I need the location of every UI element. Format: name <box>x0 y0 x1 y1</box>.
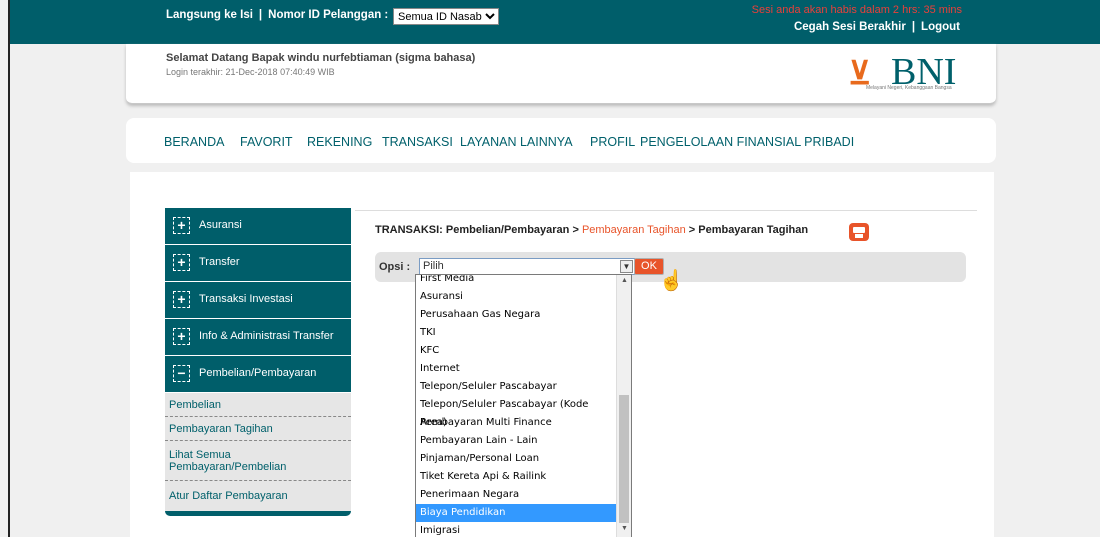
sidebar-subitem-lihat-semua[interactable]: Lihat Semua Pembayaran/Pembelian <box>165 441 351 481</box>
nav-item-layanan-lainnya[interactable]: LAYANAN LAINNYA <box>460 135 573 149</box>
hand-cursor-icon: ☝ <box>659 270 684 292</box>
sidebar-item-label: Pembelian/Pembayaran <box>199 367 317 379</box>
bni-logo: ⊻ BNI Melayani Negeri, Kebanggaan Bangsa <box>836 50 986 93</box>
sidebar-item-transfer[interactable]: + Transfer <box>165 245 351 282</box>
breadcrumb-part-1: TRANSAKSI: Pembelian/Pembayaran > <box>375 224 582 236</box>
nav-item-pengelolaan-finansial[interactable]: PENGELOLAAN FINANSIAL PRIBADI <box>640 135 854 149</box>
top-bar-left: Langsung ke Isi | Nomor ID Pelanggan : <box>166 9 388 21</box>
sidebar-subitem-pembayaran-tagihan[interactable]: Pembayaran Tagihan <box>165 417 351 441</box>
dropdown-option[interactable]: TKI <box>416 324 617 342</box>
welcome-panel: Selamat Datang Bapak windu nurfebtiaman … <box>126 44 996 104</box>
dropdown-option[interactable]: Tiket Kereta Api & Railink <box>416 468 617 486</box>
sidebar-subitem-pembelian[interactable]: Pembelian <box>165 393 351 417</box>
sidebar-item-label: Transfer <box>199 256 240 268</box>
prevent-session-end-link[interactable]: Cegah Sesi Berakhir <box>794 21 906 33</box>
dropdown-option[interactable]: Asuransi <box>416 288 617 306</box>
nav-item-transaksi[interactable]: TRANSAKSI <box>382 135 453 149</box>
sidebar-subitem-atur-daftar[interactable]: Atur Daftar Pembayaran <box>165 481 351 511</box>
option-label: Opsi : <box>379 261 411 273</box>
expand-icon: + <box>173 217 190 234</box>
sidebar-item-label: Transaksi Investasi <box>199 293 293 305</box>
separator: | <box>258 9 263 21</box>
session-links: Cegah Sesi Berakhir | Logout <box>794 21 960 33</box>
sidebar-item-asuransi[interactable]: + Asuransi <box>165 208 351 245</box>
option-select[interactable]: Pilih ▼ <box>419 258 635 275</box>
top-bar: Langsung ke Isi | Nomor ID Pelanggan : Sem… <box>10 0 1100 44</box>
logout-link[interactable]: Logout <box>921 21 960 33</box>
sidebar-item-label: Info & Administrasi Transfer <box>199 330 334 342</box>
dropdown-option[interactable]: Penerimaan Negara <box>416 486 617 504</box>
dropdown-option[interactable]: Pembayaran Lain - Lain <box>416 432 617 450</box>
customer-id-label: Nomor ID Pelanggan : <box>268 9 389 21</box>
divider <box>355 210 977 211</box>
expand-icon: + <box>173 291 190 308</box>
dropdown-option[interactable]: Perusahaan Gas Negara <box>416 306 617 324</box>
main-nav: BERANDA FAVORIT REKENING TRANSAKSI LAYAN… <box>126 118 996 163</box>
dropdown-scrollbar[interactable]: ▲ ▼ <box>616 275 631 537</box>
dropdown-option[interactable]: First Media <box>416 275 617 288</box>
session-warning: Sesi anda akan habis dalam 2 hrs: 35 min… <box>751 4 962 16</box>
print-icon[interactable] <box>849 223 869 241</box>
content-panel: + Asuransi + Transfer + Transaksi Invest… <box>130 172 994 537</box>
customer-id-select[interactable]: Semua ID Nasabah <box>393 8 499 25</box>
breadcrumb-link-pembayaran-tagihan[interactable]: Pembayaran Tagihan <box>582 224 686 236</box>
sidebar-item-info-administrasi-transfer[interactable]: + Info & Administrasi Transfer <box>165 319 351 356</box>
dropdown-option[interactable]: Telepon/Seluler Pascabayar <box>416 378 617 396</box>
dropdown-option-highlighted[interactable]: Biaya Pendidikan <box>416 504 617 522</box>
scroll-up-icon[interactable]: ▲ <box>617 277 631 289</box>
chevron-down-icon[interactable]: ▼ <box>620 260 633 273</box>
dropdown-option[interactable]: Telepon/Seluler Pascabayar (Kode Area) <box>416 396 617 428</box>
last-login-text: Login terakhir: 21-Dec-2018 07:40:49 WIB <box>166 67 335 77</box>
option-select-value: Pilih <box>423 260 444 272</box>
dropdown-option[interactable]: KFC <box>416 342 617 360</box>
dropdown-option[interactable]: Pembayaran Multi Finance <box>416 414 617 432</box>
sidebar-item-pembelian-pembayaran[interactable]: − Pembelian/Pembayaran <box>165 356 351 393</box>
dropdown-option[interactable]: Imigrasi <box>416 522 617 537</box>
dropdown-option[interactable]: Internet <box>416 360 617 378</box>
sidebar-item-transaksi-investasi[interactable]: + Transaksi Investasi <box>165 282 351 319</box>
breadcrumb-part-3: > Pembayaran Tagihan <box>685 224 809 236</box>
separator: | <box>911 21 916 33</box>
scroll-down-icon[interactable]: ▼ <box>617 525 631 537</box>
nav-item-favorit[interactable]: FAVORIT <box>240 135 293 149</box>
expand-icon: + <box>173 328 190 345</box>
skip-to-content-link[interactable]: Langsung ke Isi <box>166 9 253 21</box>
nav-item-beranda[interactable]: BERANDA <box>164 135 224 149</box>
sidebar-footer <box>165 511 351 516</box>
nav-item-profil[interactable]: PROFIL <box>590 135 635 149</box>
scrollbar-thumb[interactable] <box>619 395 629 523</box>
option-dropdown-list[interactable]: First Media Asuransi Perusahaan Gas Nega… <box>415 274 632 537</box>
bni-tagline: Melayani Negeri, Kebanggaan Bangsa <box>866 85 952 91</box>
collapse-icon: − <box>173 365 190 382</box>
greeting-text: Selamat Datang Bapak windu nurfebtiaman … <box>166 52 476 64</box>
nav-item-rekening[interactable]: REKENING <box>307 135 372 149</box>
browser-frame: Langsung ke Isi | Nomor ID Pelanggan : Sem… <box>8 0 1100 537</box>
dropdown-options: First Media Asuransi Perusahaan Gas Nega… <box>416 275 617 537</box>
sidebar-item-label: Asuransi <box>199 219 242 231</box>
breadcrumb: TRANSAKSI: Pembelian/Pembayaran > Pembay… <box>375 224 808 236</box>
dropdown-option[interactable]: Pinjaman/Personal Loan <box>416 450 617 468</box>
sidebar: + Asuransi + Transfer + Transaksi Invest… <box>165 208 351 516</box>
expand-icon: + <box>173 254 190 271</box>
